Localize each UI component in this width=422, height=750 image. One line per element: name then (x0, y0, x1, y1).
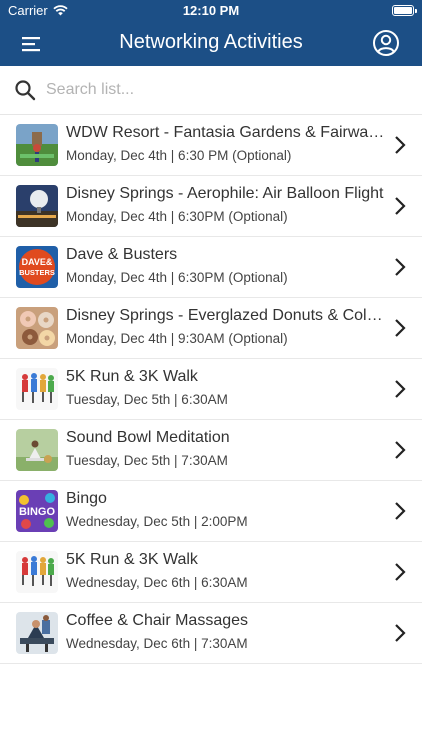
list-item[interactable]: Disney Springs - Aerophile: Air Balloon … (0, 176, 422, 237)
activity-subtitle: Tuesday, Dec 5th | 6:30AM (66, 392, 228, 407)
activity-subtitle: Wednesday, Dec 5th | 2:00PM (66, 514, 248, 529)
activity-subtitle: Monday, Dec 4th | 6:30PM (Optional) (66, 270, 288, 285)
dave-busters-logo-thumbnail: DAVE& BUSTERS (16, 246, 58, 288)
activity-title: Bingo (66, 490, 107, 507)
svg-text:DAVE&: DAVE& (22, 257, 53, 267)
chevron-right-icon (395, 136, 406, 154)
activity-title: Dave & Busters (66, 246, 178, 263)
chevron-right-icon (395, 258, 406, 276)
list-item[interactable]: Coffee & Chair Massages Wednesday, Dec 6… (0, 603, 422, 664)
chevron-right-icon (395, 319, 406, 337)
chevron-right-icon (395, 380, 406, 398)
activity-subtitle: Tuesday, Dec 5th | 7:30AM (66, 453, 228, 468)
list-item[interactable]: 5K Run & 3K Walk Tuesday, Dec 5th | 6:30… (0, 359, 422, 420)
svg-text:BUSTERS: BUSTERS (19, 268, 55, 277)
activity-subtitle: Monday, Dec 4th | 6:30PM (Optional) (66, 209, 288, 224)
list-item[interactable]: WDW Resort - Fantasia Gardens & Fairway … (0, 115, 422, 176)
list-item[interactable]: BINGO Bingo Wednesday, Dec 5th | 2:00PM (0, 481, 422, 542)
air-balloon-thumbnail (16, 185, 58, 227)
list-item[interactable]: DAVE& BUSTERS Dave & Busters Monday, Dec … (0, 237, 422, 298)
activity-title: Disney Springs - Everglazed Donuts & Col… (66, 307, 386, 324)
activity-subtitle: Monday, Dec 4th | 6:30 PM (Optional) (66, 148, 292, 163)
app-header: Carrier 12:10 PM Networking Activities (0, 0, 422, 66)
svg-text:BINGO: BINGO (19, 506, 56, 518)
search-icon (15, 80, 36, 101)
runners-thumbnail (16, 551, 58, 593)
activity-title: WDW Resort - Fantasia Gardens & Fairway … (66, 124, 386, 141)
chevron-right-icon (395, 441, 406, 459)
nav-bar: Networking Activities (0, 22, 422, 66)
mini-golf-thumbnail (16, 124, 58, 166)
activity-subtitle: Wednesday, Dec 6th | 6:30AM (66, 575, 248, 590)
bingo-thumbnail: BINGO (16, 490, 58, 532)
list-item[interactable]: Disney Springs - Everglazed Donuts & Col… (0, 298, 422, 359)
list-item[interactable]: Sound Bowl Meditation Tuesday, Dec 5th |… (0, 420, 422, 481)
search-input[interactable] (46, 78, 406, 102)
activity-subtitle: Wednesday, Dec 6th | 7:30AM (66, 636, 248, 651)
status-time: 12:10 PM (182, 3, 240, 18)
user-circle-icon[interactable] (372, 29, 400, 57)
chevron-right-icon (395, 624, 406, 642)
battery-icon (392, 5, 417, 16)
activity-title: 5K Run & 3K Walk (66, 551, 198, 568)
search-bar (0, 66, 422, 115)
activity-title: Disney Springs - Aerophile: Air Balloon … (66, 185, 384, 202)
activity-title: Sound Bowl Meditation (66, 429, 230, 446)
meditation-thumbnail (16, 429, 58, 471)
activities-list: WDW Resort - Fantasia Gardens & Fairway … (0, 115, 422, 664)
activity-title: 5K Run & 3K Walk (66, 368, 198, 385)
runners-thumbnail (16, 368, 58, 410)
chevron-right-icon (395, 197, 406, 215)
list-item[interactable]: 5K Run & 3K Walk Wednesday, Dec 6th | 6:… (0, 542, 422, 603)
status-bar: Carrier 12:10 PM (0, 0, 422, 22)
chevron-right-icon (395, 502, 406, 520)
chevron-right-icon (395, 563, 406, 581)
activity-title: Coffee & Chair Massages (66, 612, 249, 629)
donuts-thumbnail (16, 307, 58, 349)
activity-subtitle: Monday, Dec 4th | 9:30AM (Optional) (66, 331, 288, 346)
page-title: Networking Activities (119, 31, 303, 53)
massage-thumbnail (16, 612, 58, 654)
